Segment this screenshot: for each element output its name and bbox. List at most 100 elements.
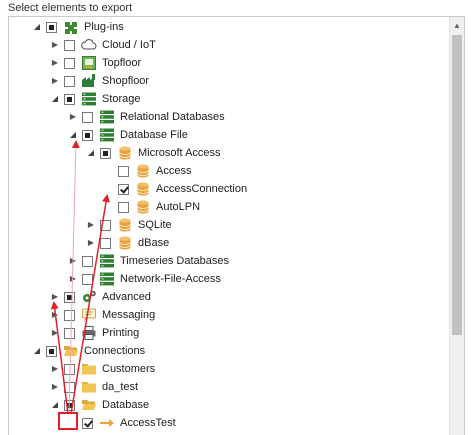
folder-open-icon [63,343,79,359]
checkbox-connections[interactable] [46,345,57,357]
expand-triangle-icon[interactable]: ▶ [68,252,78,270]
cloud-icon [81,37,97,53]
checkbox-advanced[interactable] [64,291,75,303]
checkbox-access-connection[interactable] [118,183,129,195]
tree-row-customers[interactable]: ▶ Customers [50,360,155,378]
tree-row-plugins[interactable]: ◢ Plug-ins [32,18,124,36]
tree-row-label: Shopfloor [102,75,150,87]
checkbox-autolpn[interactable] [118,201,129,213]
checkbox-microsoft-access[interactable] [100,147,111,159]
tree-row-label: Storage [102,93,141,105]
tree-row-label: Access [156,165,192,177]
tree-row-timeseries-databases[interactable]: ▶ Timeseries Databases [68,252,229,270]
tree-row-label: SQLite [138,219,172,231]
expand-triangle-icon[interactable]: ▶ [50,288,60,306]
expand-triangle-icon[interactable]: ▶ [68,270,78,288]
expand-triangle-icon[interactable]: ▶ [86,234,96,252]
checkbox-network-file-access[interactable] [82,273,93,285]
tree-row-dbase[interactable]: ▶ dBase [86,234,169,252]
tree-row-label: Plug-ins [84,21,124,33]
database-icon [135,163,151,179]
expand-triangle-icon[interactable]: ▶ [86,216,96,234]
checkbox-access[interactable] [118,165,129,177]
tree-row-label: Customers [102,363,156,375]
expand-triangle-icon[interactable]: ▶ [50,324,60,342]
checkbox-printing[interactable] [64,327,75,339]
checkbox-database-folder[interactable] [64,399,75,411]
tree-row-advanced[interactable]: ▶ Advanced [50,288,151,306]
checkbox-customers[interactable] [64,363,75,375]
scroll-up-arrow-icon[interactable]: ▲ [450,19,464,33]
tree-row-label: AccessTest [120,417,176,429]
storage-icon [99,127,115,143]
plugin-icon [63,19,79,35]
checkbox-cloud-iot[interactable] [64,39,75,51]
tree-row-printing[interactable]: ▶ Printing [50,324,139,342]
tree-row-da-test[interactable]: ▶ da_test [50,378,138,396]
checkbox-timeseries-databases[interactable] [82,255,93,267]
database-icon [135,181,151,197]
collapse-triangle-icon[interactable]: ◢ [86,144,96,162]
tree-row-sqlite[interactable]: ▶ SQLite [86,216,172,234]
tree-row-label: Connections [84,345,146,357]
tree-row-storage[interactable]: ◢ Storage [50,90,141,108]
checkbox-messaging[interactable] [64,309,75,321]
checkbox-da-test[interactable] [64,381,75,393]
tree-row-relational-databases[interactable]: ▶ Relational Databases [68,108,225,126]
tree-row-autolpn[interactable]: AutoLPN [104,198,200,216]
checkbox-database-file[interactable] [82,129,93,141]
tree-row-label: AccessConnection [156,183,248,195]
expand-triangle-icon[interactable]: ▶ [68,108,78,126]
tree-row-label: Network-File-Access [120,273,221,285]
tree-row-label: Database File [120,129,188,141]
gears-icon [81,289,97,305]
checkbox-relational-databases[interactable] [82,111,93,123]
tree-row-label: Relational Databases [120,111,225,123]
expand-triangle-icon[interactable]: ▶ [50,54,60,72]
database-icon [117,145,133,161]
collapse-triangle-icon[interactable]: ◢ [68,126,78,144]
collapse-triangle-icon[interactable]: ◢ [32,342,42,360]
tree-row-label: Database [102,399,150,411]
tree-row-cloud-iot[interactable]: ▶ Cloud / IoT [50,36,156,54]
tree-row-connections[interactable]: ◢ Connections [32,342,145,360]
tree-row-network-file-access[interactable]: ▶ Network-File-Access [68,270,221,288]
collapse-triangle-icon[interactable]: ◢ [32,18,42,36]
collapse-triangle-icon[interactable]: ◢ [50,90,60,108]
tree-row-access[interactable]: Access [104,162,191,180]
tree-row-label: Microsoft Access [138,147,221,159]
tree-row-label: dBase [138,237,170,249]
folder-open-icon [81,397,97,413]
checkbox-dbase[interactable] [100,237,111,249]
checkbox-shopfloor[interactable] [64,75,75,87]
expand-triangle-icon[interactable]: ▶ [50,72,60,90]
tree-row-database-file[interactable]: ◢ Database File [68,126,188,144]
tree-row-label: Topfloor [102,57,142,69]
tree-row-topfloor[interactable]: ▶ Topfloor [50,54,141,72]
tree-row-label: Printing [102,327,140,339]
tree-row-label: AutoLPN [156,201,201,213]
tree-row-label: Messaging [102,309,156,321]
shopfloor-icon [81,73,97,89]
tree-row-shopfloor[interactable]: ▶ Shopfloor [50,72,149,90]
tree-row-microsoft-access[interactable]: ◢ Microsoft Access [86,144,221,162]
checkbox-storage[interactable] [64,93,75,105]
database-icon [117,235,133,251]
expand-triangle-icon[interactable]: ▶ [50,378,60,396]
checkbox-access-test[interactable] [82,417,93,429]
tree-row-access-connection[interactable]: AccessConnection [104,180,247,198]
checkbox-sqlite[interactable] [100,219,111,231]
tree-row-access-test[interactable]: AccessTest [68,414,176,432]
expand-triangle-icon[interactable]: ▶ [50,36,60,54]
checkbox-plugins[interactable] [46,21,57,33]
expand-triangle-icon[interactable]: ▶ [50,306,60,324]
vertical-scrollbar[interactable]: ▲ [449,17,464,435]
tree-row-label: Cloud / IoT [102,39,156,51]
scroll-thumb[interactable] [452,35,462,335]
tree-row-label: Advanced [102,291,151,303]
topfloor-icon [81,55,97,71]
expand-triangle-icon[interactable]: ▶ [50,360,60,378]
checkbox-topfloor[interactable] [64,57,75,69]
tree-row-messaging[interactable]: ▶ Messaging [50,306,155,324]
message-icon [81,307,97,323]
